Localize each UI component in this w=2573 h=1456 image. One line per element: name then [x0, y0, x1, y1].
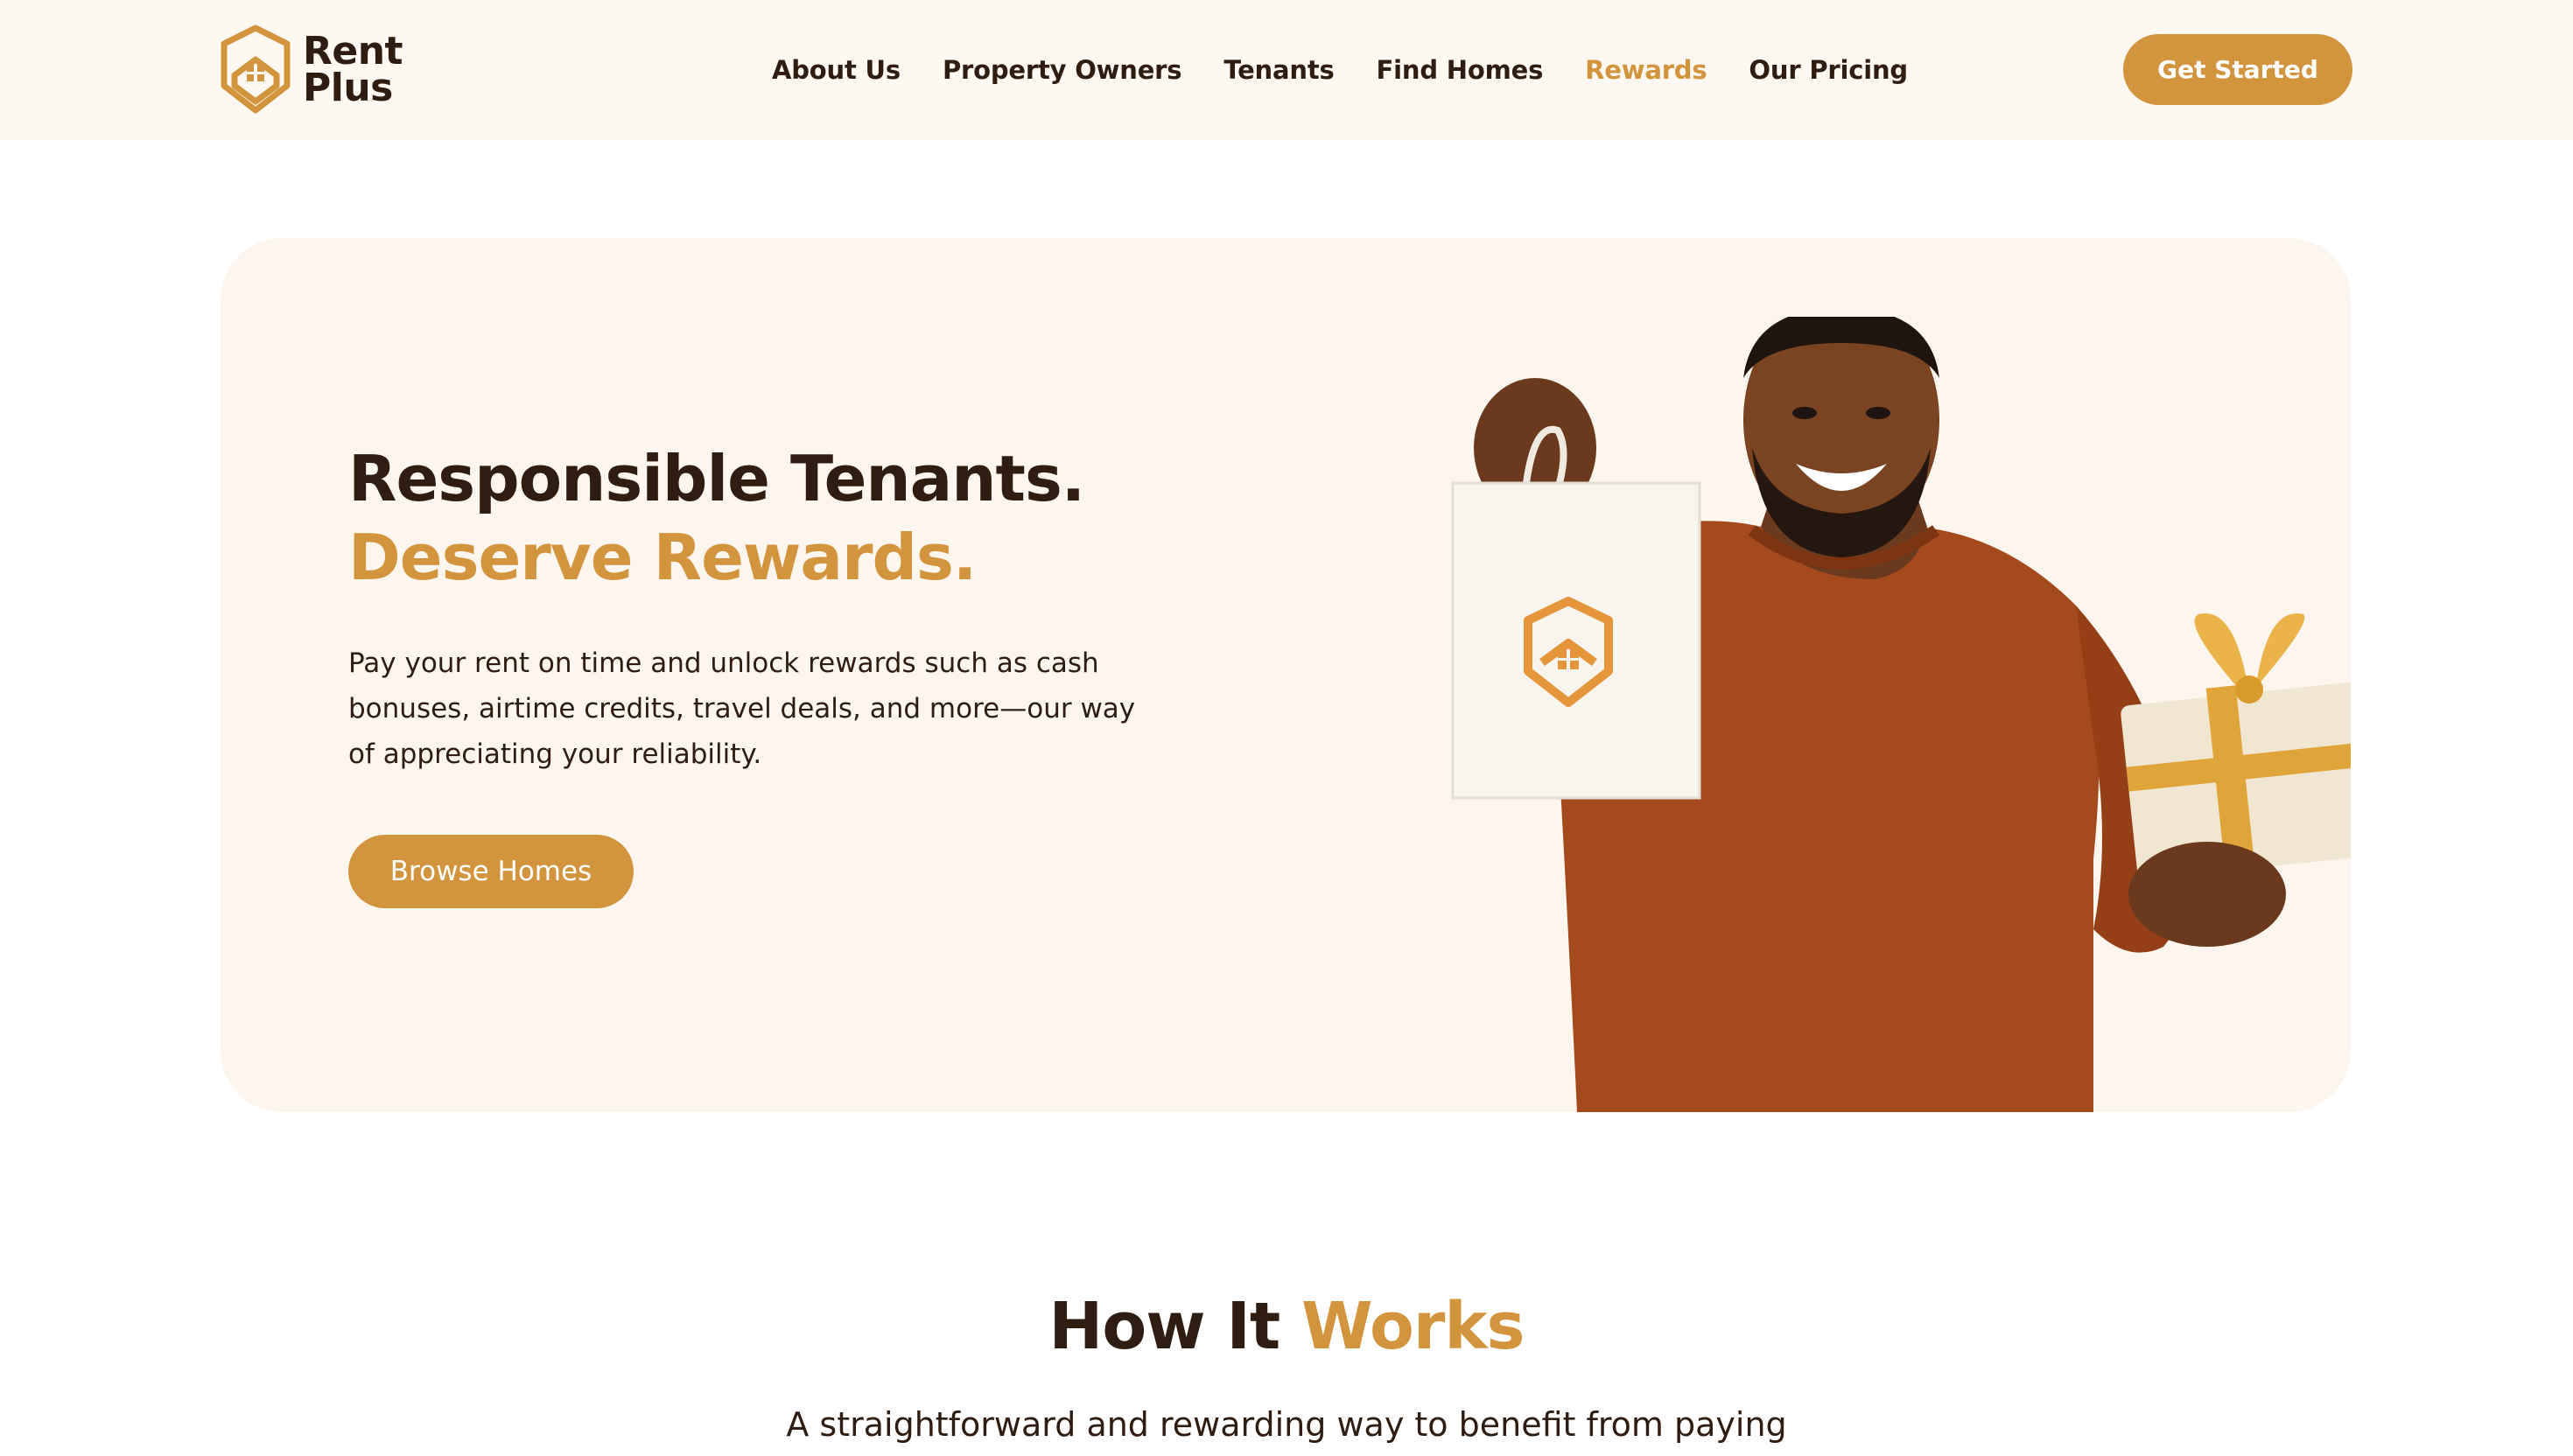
nav-rewards[interactable]: Rewards — [1585, 52, 1707, 88]
house-shield-icon — [221, 24, 291, 114]
nav-our-pricing[interactable]: Our Pricing — [1749, 52, 1908, 88]
logo-line-1: Rent — [303, 29, 403, 74]
hero-title: Responsible Tenants. Deserve Rewards. — [348, 439, 1085, 597]
get-started-button[interactable]: Get Started — [2123, 34, 2352, 105]
nav-tenants[interactable]: Tenants — [1223, 52, 1334, 88]
how-it-works-title-dark: How It — [1048, 1289, 1280, 1364]
nav-about-us[interactable]: About Us — [772, 52, 901, 88]
how-it-works-title: How It Works — [0, 1284, 2573, 1368]
hero-title-line-2: Deserve Rewards. — [348, 521, 977, 594]
nav-property-owners[interactable]: Property Owners — [943, 52, 1182, 88]
hero-section: Responsible Tenants. Deserve Rewards. Pa… — [221, 238, 2351, 1112]
how-it-works-title-gold: Works — [1301, 1289, 1525, 1364]
how-it-works-subtitle: A straightforward and rewarding way to b… — [786, 1405, 1787, 1444]
nav-find-homes[interactable]: Find Homes — [1377, 52, 1544, 88]
hero-person-image — [1451, 317, 2351, 1112]
browse-homes-button[interactable]: Browse Homes — [348, 835, 634, 908]
hero-title-line-1: Responsible Tenants. — [348, 442, 1085, 515]
main-nav: About Us Property Owners Tenants Find Ho… — [772, 52, 1908, 88]
logo-wordmark: Rent Plus — [303, 29, 403, 110]
logo-link[interactable]: Rent Plus — [221, 24, 403, 116]
hero-description: Pay your rent on time and unlock rewards… — [348, 648, 1136, 770]
logo-line-2: Plus — [303, 66, 393, 110]
site-header: Rent Plus About Us Property Owners Tenan… — [0, 0, 2573, 140]
